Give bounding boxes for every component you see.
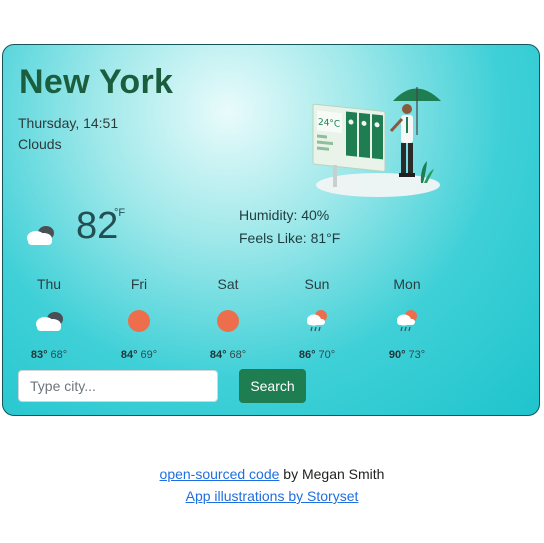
- author-credit: by Megan Smith: [283, 466, 385, 482]
- forecast-day: Fri 84° 69°: [104, 275, 174, 361]
- forecast-low: 70°: [318, 349, 336, 361]
- forecast-high: 90°: [388, 349, 406, 361]
- illustrations-link[interactable]: App illustrations by Storyset: [186, 488, 359, 504]
- forecast-low: 68°: [229, 349, 247, 361]
- forecast-day: Mon 90° 73°: [372, 275, 442, 361]
- forecast-high: 86°: [298, 349, 316, 361]
- sun-rain-icon: [372, 307, 442, 335]
- sun-rain-icon: [282, 307, 352, 335]
- date-time: Thursday, 14:51: [18, 115, 119, 131]
- forecast-day-name: Fri: [130, 276, 148, 292]
- forecast-low: 68°: [50, 349, 68, 361]
- forecast-day: Sat 84° 68°: [193, 275, 263, 361]
- weather-condition: Clouds: [18, 136, 62, 152]
- forecast-low: 69°: [140, 349, 158, 361]
- search-button[interactable]: Search: [239, 369, 306, 403]
- weather-card: New York Thursday, 14:51 Clouds 24°C 82 …: [2, 44, 540, 416]
- forecast-list: Thu 83° 68° Fri 84° 69° Sat 84° 68° Sun: [3, 275, 539, 365]
- forecast-temps: 84° 69°: [104, 349, 174, 361]
- forecast-day-name: Sat: [217, 276, 239, 292]
- forecast-high: 84°: [209, 349, 227, 361]
- weather-illustration: 24°C: [312, 87, 441, 197]
- forecast-temps: 90° 73°: [372, 349, 442, 361]
- forecast-temps: 84° 68°: [193, 349, 263, 361]
- source-code-link[interactable]: open-sourced code: [160, 466, 280, 482]
- forecast-day-name: Sun: [304, 276, 330, 292]
- humidity: Humidity: 40%: [239, 207, 330, 223]
- cloudy-icon: [14, 307, 84, 335]
- footer-illustrations: App illustrations by Storyset: [0, 488, 544, 504]
- current-temperature: 82: [76, 205, 119, 247]
- temperature-unit: °F: [114, 207, 126, 219]
- forecast-high: 84°: [120, 349, 138, 361]
- forecast-day-name: Mon: [393, 276, 421, 292]
- city-name: New York: [19, 63, 174, 101]
- current-weather-cloudy-icon: [27, 226, 54, 245]
- sun-icon: [193, 307, 263, 335]
- sun-icon: [104, 307, 174, 335]
- forecast-temps: 86° 70°: [282, 349, 352, 361]
- footer-credit: open-sourced code by Megan Smith: [0, 466, 544, 482]
- forecast-high: 83°: [30, 349, 48, 361]
- city-search-input[interactable]: [18, 370, 218, 402]
- forecast-day-name: Thu: [36, 276, 62, 292]
- forecast-low: 73°: [408, 349, 426, 361]
- forecast-temps: 83° 68°: [14, 349, 84, 361]
- forecast-day: Sun 86° 70°: [282, 275, 352, 361]
- feels-like: Feels Like: 81°F: [239, 230, 341, 246]
- forecast-day: Thu 83° 68°: [14, 275, 84, 361]
